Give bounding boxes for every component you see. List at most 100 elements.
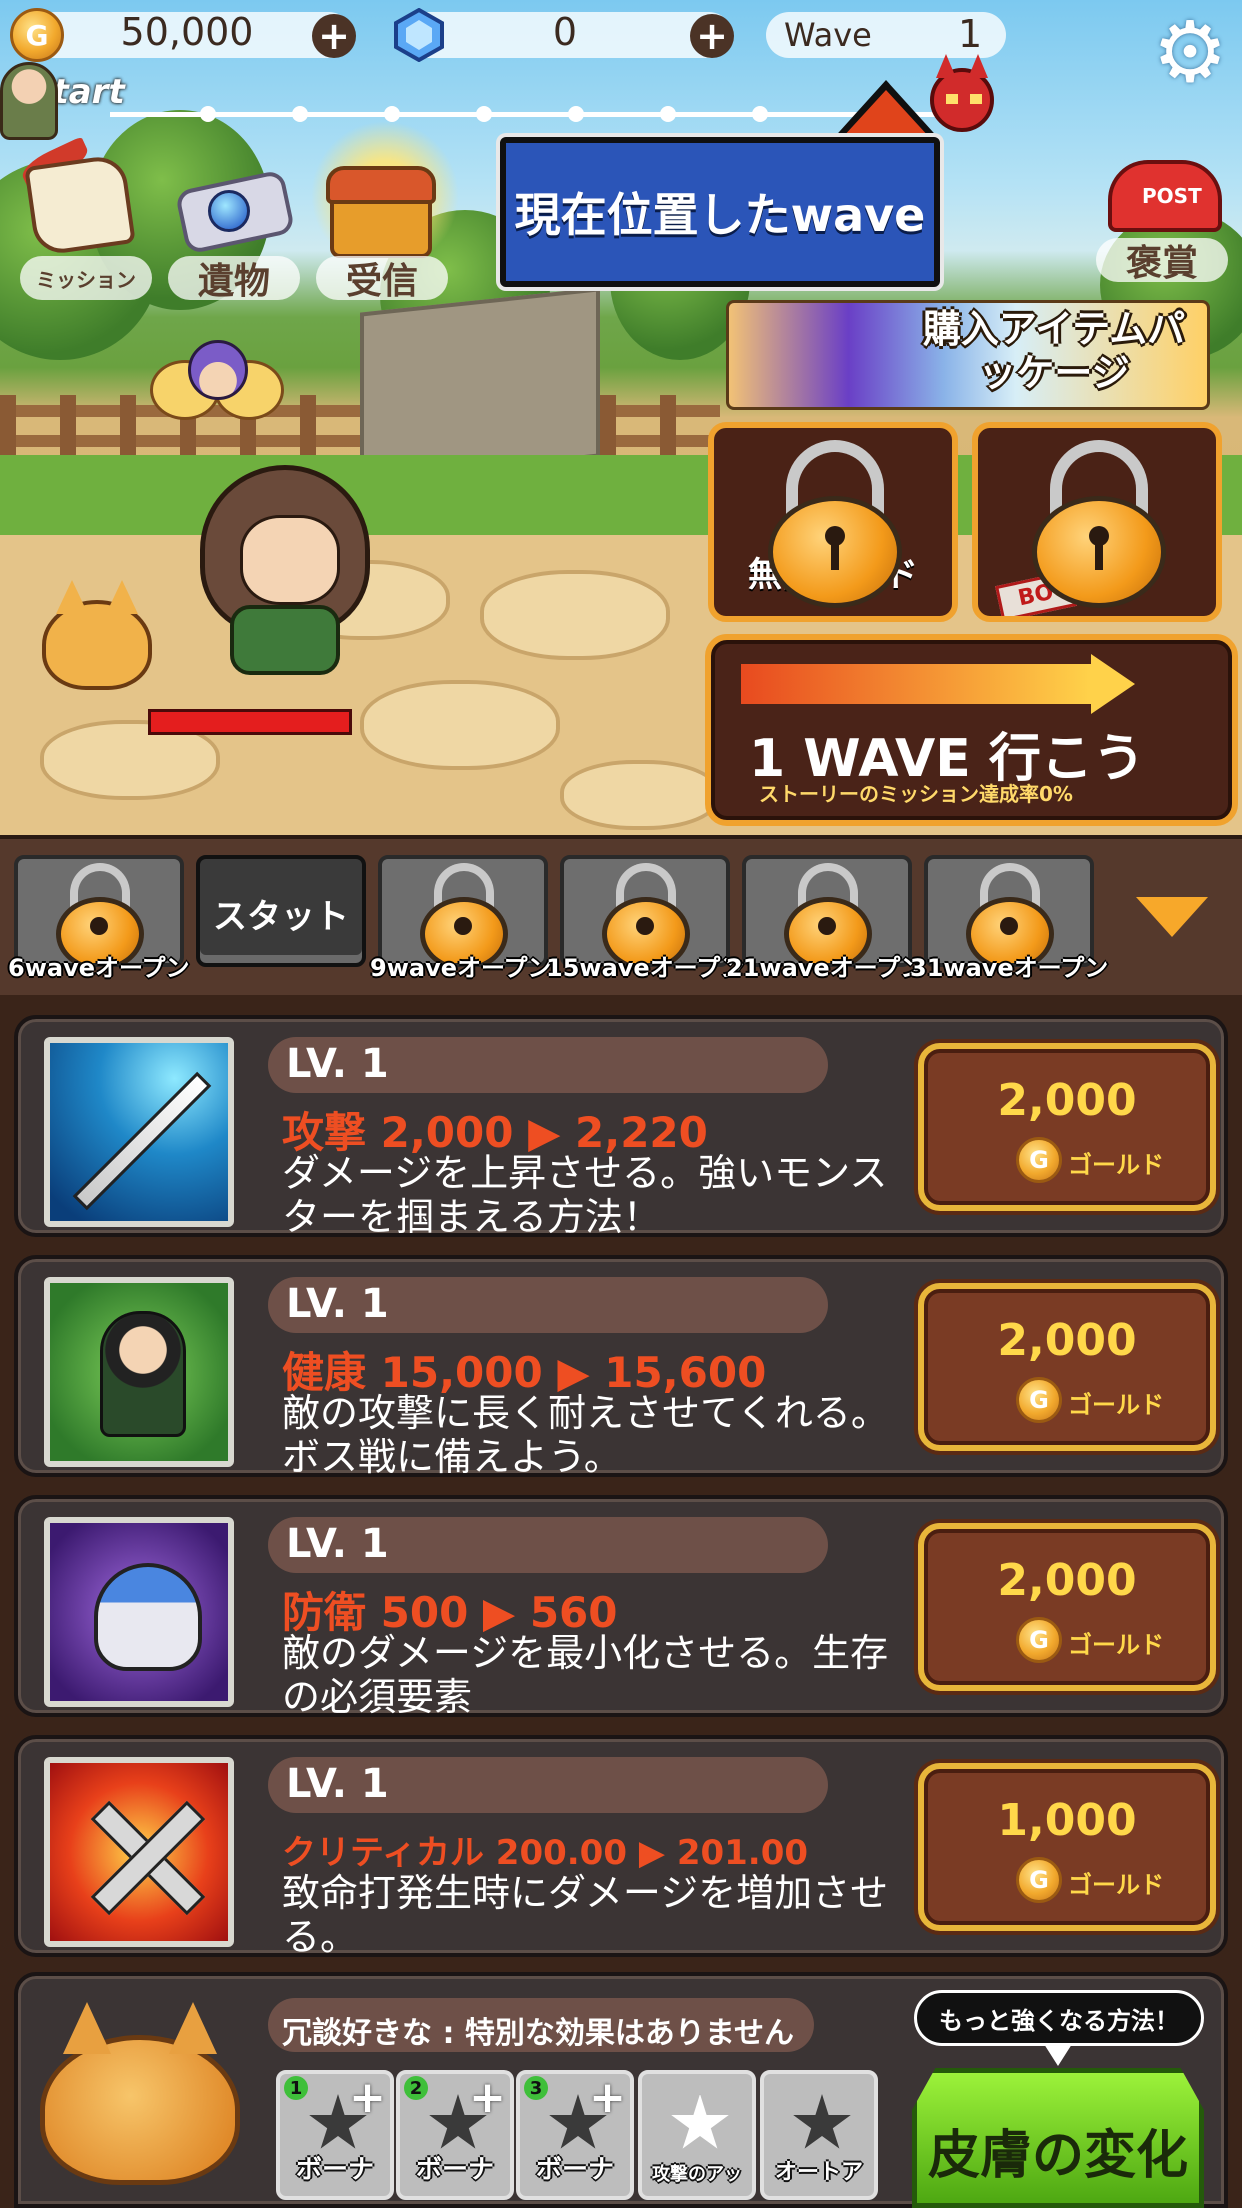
stat-level: LV. 1 [286,1041,389,1087]
plus-icon: + [349,2072,386,2123]
hero-body [230,605,340,675]
burst-icon [671,2094,729,2149]
sword-icon [44,1037,234,1227]
upgrade-price: 2,000 [997,1075,1137,1126]
devil-eyes [946,94,982,104]
gold-coin-icon: G [1016,1377,1062,1423]
attack-up-slot[interactable]: 攻撃のアッ [638,2070,756,2200]
slot-label: ボーナ [535,2155,614,2185]
shuriken-icon [793,2094,851,2149]
tab-expand-arrow-icon[interactable] [1136,897,1208,937]
wave-arrow-tip [1091,654,1135,714]
upgrade-health-button[interactable]: 2,000 G ゴールド [918,1283,1216,1451]
keyhole-stem [1095,540,1103,570]
mission-label[interactable]: ミッション [20,256,152,300]
fairy-character [150,330,284,450]
tab-stat-label: スタット [213,897,349,937]
currency-label: ゴールド [1068,1151,1164,1179]
tooltip-arrow-fill [842,90,930,138]
bonus-slot-3[interactable]: 3 + ボーナ [516,2070,634,2200]
currency-label: ゴールド [1068,1871,1164,1899]
tab-unlock-label: 31waveオープン [910,954,1109,982]
progress-dot [200,106,216,122]
slot-label: ボーナ [415,2155,494,2185]
wave-progress-track [110,112,940,117]
tab-unlock-label: 6waveオープン [8,954,190,982]
gold-coin-icon: G [1016,1617,1062,1663]
stat-row-critical: LV. 1 クリティカル 200.00 ▶ 201.00 致命打発生時にダメージ… [14,1735,1228,1959]
wave-number: 1 [958,12,983,56]
lock-icon [760,440,910,610]
bonus-slot-2[interactable]: 2 + ボーナ [396,2070,514,2200]
current-wave-tooltip: 現在位置したwave [500,137,940,287]
upgrade-defense-button[interactable]: 2,000 G ゴールド [918,1523,1216,1691]
hero-character [170,455,400,695]
stat-row-attack: LV. 1 攻撃 2,000 ▶ 2,220 ダメージを上昇させる。強いモンスタ… [14,1015,1228,1239]
upgrade-price: 2,000 [997,1315,1137,1366]
wave-label: Wave [784,16,872,54]
cat-pet-character [42,580,152,690]
currency-label: ゴールド [1068,1391,1164,1419]
progress-dot [660,106,676,122]
chest-lid [326,166,436,204]
progress-dot [568,106,584,122]
path-stone [480,570,670,660]
change-skin-button[interactable]: 皮膚の変化 [912,2068,1204,2208]
stat-description: 敵の攻撃に長く耐えさせてくれる。ボス戦に備えよう。 [282,1391,889,1479]
slot-label: 攻撃のアッ [652,2164,742,2185]
rock [360,287,600,483]
keyhole [636,917,654,935]
hint-bubble: もっと強くなる方法！ [914,1990,1204,2046]
add-gem-button[interactable]: + [690,14,734,58]
gold-coin-icon: G [1016,1137,1062,1183]
stat-value: クリティカル 200.00 ▶ 201.00 [282,1833,809,1873]
keyhole [1000,917,1018,935]
stat-level: LV. 1 [286,1761,389,1807]
add-gold-button[interactable]: + [312,14,356,58]
wave-arrow-bar [741,664,1091,704]
slot-number: 2 [404,2076,428,2100]
stat-row-health: LV. 1 健康 15,000 ▶ 15,600 敵の攻撃に長く耐えさせてくれる… [14,1255,1228,1479]
hero-portrait-icon [44,1277,234,1467]
lock-icon [1024,440,1174,610]
tab-unlock-label: 9waveオープン [370,954,552,982]
pet-cat-icon[interactable] [40,2002,240,2185]
postbox-icon[interactable]: POST [1108,160,1222,232]
plus-icon: + [589,2072,626,2123]
tab-stat[interactable]: スタット [196,855,366,967]
inbox-label[interactable]: 受信 [316,256,448,302]
item-package-banner[interactable]: 購入アイテムパッケージ [726,300,1210,410]
keyhole [818,917,836,935]
helmet-icon [44,1517,234,1707]
settings-gear-icon[interactable]: ⚙ [1148,10,1232,94]
hero-position-marker-icon [0,62,58,140]
gold-coin-icon: G [1016,1857,1062,1903]
progress-dot [476,106,492,122]
stat-description: 敵のダメージを最小化させる。生存の必須要素 [282,1631,889,1719]
stat-row-defense: LV. 1 防衛 500 ▶ 560 敵のダメージを最小化させる。生存の必須要素… [14,1495,1228,1719]
start-wave-button[interactable]: 1 WAVE 行こう ストーリーのミッション達成率0% [705,634,1238,826]
auto-attack-slot[interactable]: オートア [760,2070,878,2200]
upgrade-critical-button[interactable]: 1,000 G ゴールド [918,1763,1216,1931]
mission-progress-text: ストーリーのミッション達成率0% [759,782,1073,806]
crossed-swords-icon [44,1757,234,1947]
slot-label: オートア [774,2160,863,2185]
mission-scroll-icon[interactable] [24,153,136,257]
relic-label[interactable]: 遺物 [168,256,300,302]
package-label: 購入アイテムパッケージ [922,307,1186,395]
pet-effect-text: 冗談好きな : 特別な効果はありません [282,2016,794,2051]
tooltip-text: 現在位置したwave [514,188,926,242]
gem-amount: 0 [552,10,578,54]
path-stone [560,760,720,830]
gold-coin-icon: G [10,8,64,62]
tab-unlock-label: 15waveオープン [546,954,745,982]
upgrade-attack-button[interactable]: 2,000 G ゴールド [918,1043,1216,1211]
slot-label: ボーナ [295,2155,374,2185]
change-skin-label: 皮膚の変化 [927,2126,1188,2186]
keyhole [90,917,108,935]
bonus-slot-1[interactable]: 1 + ボーナ [276,2070,394,2200]
reward-label[interactable]: 褒賞 [1096,238,1228,284]
stat-level: LV. 1 [286,1521,389,1567]
stat-description: 致命打発生時にダメージを増加させる。 [282,1871,889,1959]
stat-level: LV. 1 [286,1281,389,1327]
